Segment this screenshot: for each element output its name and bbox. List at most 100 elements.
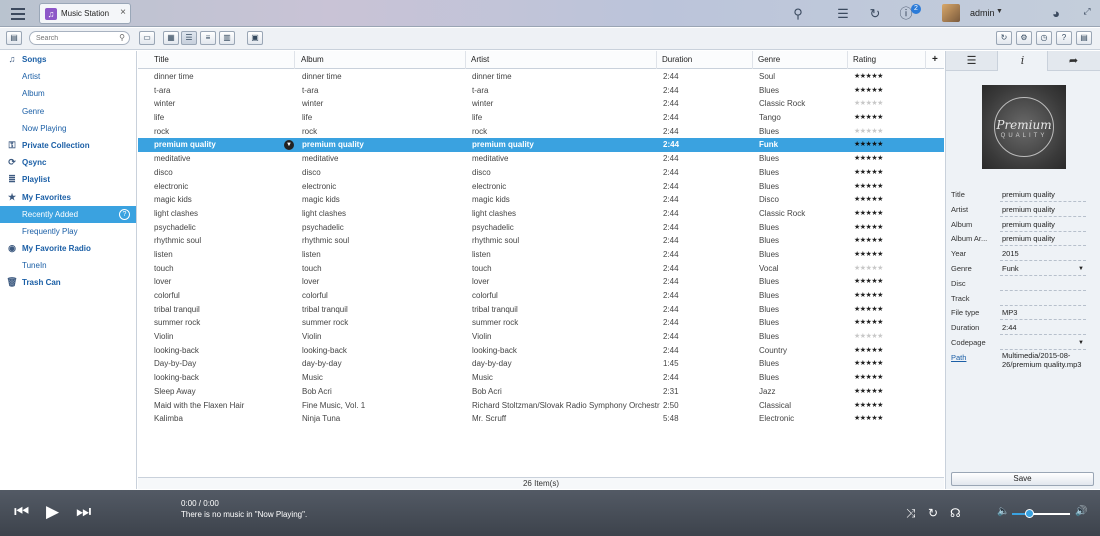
previous-icon[interactable]: ⏮	[14, 502, 29, 522]
table-row[interactable]: rock rock rock 2:44 Blues ★★★★★	[138, 125, 944, 139]
help-button[interactable]: ?	[1056, 31, 1072, 45]
table-row[interactable]: life life life 2:44 Tango ★★★★★	[138, 111, 944, 125]
field-value[interactable]: premium quality	[1000, 203, 1086, 217]
table-row[interactable]: premium quality premium quality premium qu…	[138, 138, 944, 153]
column-album[interactable]: Album	[296, 51, 466, 69]
shuffle-icon[interactable]: ⤨	[906, 506, 916, 521]
column-rating[interactable]: Rating	[848, 51, 926, 69]
list-view-button[interactable]: ☰	[181, 31, 197, 45]
field-value[interactable]: premium quality	[1000, 188, 1086, 202]
sidebar-item-my-favorite-radio[interactable]: ◉ My Favorite Radio	[0, 240, 136, 257]
volume-slider[interactable]	[1012, 509, 1070, 518]
save-button[interactable]: Save	[951, 472, 1094, 486]
stack-icon[interactable]: ☰	[834, 5, 852, 23]
table-row[interactable]: dinner time dinner time dinner time 2:44 Sou…	[138, 70, 944, 84]
sidebar-item-album[interactable]: Album	[0, 85, 136, 102]
help-icon[interactable]: ?	[119, 208, 130, 220]
refresh-button[interactable]: ↻	[996, 31, 1012, 45]
sidebar-item-playlist[interactable]: ≣ Playlist	[0, 171, 136, 188]
user-name[interactable]: admin	[970, 8, 995, 18]
sidebar-item-trash-can[interactable]: 🗑 Trash Can	[0, 274, 136, 291]
table-row[interactable]: magic kids magic kids magic kids 2:44 Disco ★…	[138, 193, 944, 207]
column-title[interactable]: Title	[149, 51, 295, 69]
column-artist[interactable]: Artist	[466, 51, 657, 69]
volume-high-icon[interactable]: 🔊	[1075, 506, 1087, 517]
field-label[interactable]: Path	[951, 353, 966, 362]
table-row[interactable]: Maid with the Flaxen Hair Fine Music, Vol…	[138, 399, 944, 413]
menu-icon[interactable]	[8, 4, 28, 22]
field-value[interactable]: 2:44	[1000, 321, 1086, 336]
volume-low-icon[interactable]: 🔈	[997, 506, 1009, 517]
table-row[interactable]: looking-back Music Music 2:44 Blues ★★★★★	[138, 371, 944, 385]
table-row[interactable]: lover lover lover 2:44 Blues ★★★★★	[138, 275, 944, 289]
play-icon[interactable]: ▶	[46, 502, 59, 522]
repeat-icon[interactable]: ↻	[928, 506, 938, 520]
search-box[interactable]: ⚲	[29, 31, 130, 45]
alarm-button[interactable]: ◷	[1036, 31, 1052, 45]
settings-button[interactable]: ⚙	[1016, 31, 1032, 45]
dashboard-icon[interactable]: ◕	[1047, 5, 1065, 23]
app-menu-button[interactable]: ▤	[1076, 31, 1092, 45]
field-value[interactable]: ▼	[1000, 336, 1086, 350]
chevron-down-icon[interactable]: ▼	[996, 8, 1003, 15]
table-row[interactable]: disco disco disco 2:44 Blues ★★★★★	[138, 166, 944, 180]
field-value[interactable]: premium quality	[1000, 218, 1086, 232]
sidebar-item-qsync[interactable]: ⟳ Qsync	[0, 154, 136, 171]
field-value[interactable]: Funk ▼	[1000, 262, 1086, 276]
table-row[interactable]: t-ara t-ara t-ara 2:44 Blues ★★★★★	[138, 84, 944, 98]
field-value[interactable]: Multimedia/2015-08-26/premium quality.mp…	[1000, 351, 1086, 369]
field-value[interactable]: premium quality	[1000, 232, 1086, 247]
table-row[interactable]: colorful colorful colorful 2:44 Blues ★★★★★	[138, 289, 944, 303]
avatar[interactable]	[942, 4, 960, 22]
table-row[interactable]: looking-back looking-back looking-back 2:44…	[138, 344, 944, 358]
field-value[interactable]: 2015	[1000, 247, 1086, 262]
headphones-icon[interactable]: ☊	[950, 506, 961, 520]
select-mode-button[interactable]: ▣	[247, 31, 263, 45]
chevron-down-icon[interactable]: ▼	[1078, 336, 1084, 350]
sidebar-item-private-collection[interactable]: ⚿ Private Collection	[0, 137, 136, 154]
field-value[interactable]	[1000, 292, 1086, 306]
resize-icon[interactable]: ⤢	[1078, 2, 1096, 20]
chevron-down-icon[interactable]: ▼	[1078, 262, 1084, 276]
tab-info[interactable]: i	[997, 51, 1048, 71]
sidebar-toggle-button[interactable]: ▤	[6, 31, 22, 45]
column-genre[interactable]: Genre	[753, 51, 848, 69]
detail-view-button[interactable]: ≡	[200, 31, 216, 45]
search-icon[interactable]: ⚲	[119, 33, 125, 42]
sidebar-item-frequently-play[interactable]: Frequently Play	[0, 223, 136, 240]
table-row[interactable]: tribal tranquil tribal tranquil tribal tra…	[138, 303, 944, 317]
cover-flow-button[interactable]: ▥	[219, 31, 235, 45]
sidebar-item-genre[interactable]: Genre	[0, 103, 136, 120]
sidebar-item-now-playing[interactable]: Now Playing	[0, 120, 136, 137]
next-icon[interactable]: ⏭	[76, 502, 91, 522]
close-icon[interactable]: ×	[120, 7, 126, 18]
table-row[interactable]: Sleep Away Bob Acri Bob Acri 2:31 Jazz ★★★★★	[138, 385, 944, 399]
table-row[interactable]: Kalimba Ninja Tuna Mr. Scruff 5:48 Electroni…	[138, 412, 944, 426]
add-column-button[interactable]: +	[927, 51, 944, 69]
field-value[interactable]: MP3	[1000, 306, 1086, 321]
table-row[interactable]: summer rock summer rock summer rock 2:44 Blu…	[138, 316, 944, 330]
table-row[interactable]: psychadelic psychadelic psychadelic 2:44 Blu…	[138, 221, 944, 235]
table-row[interactable]: listen listen listen 2:44 Blues ★★★★★	[138, 248, 944, 262]
sidebar-item-recently-added[interactable]: Recently Added?	[0, 205, 136, 223]
sidebar-item-artist[interactable]: Artist	[0, 68, 136, 85]
table-row[interactable]: touch touch touch 2:44 Vocal ★★★★★	[138, 262, 944, 276]
tab-list[interactable]: ☰	[946, 51, 997, 71]
table-row[interactable]: Violin Violin Violin 2:44 Blues ★★★★★	[138, 330, 944, 344]
volume-handle[interactable]	[1025, 509, 1035, 518]
table-row[interactable]: Day-by-Day day-by-day day-by-day 1:45 Blues ★…	[138, 357, 944, 371]
search-input[interactable]	[36, 32, 116, 44]
table-row[interactable]: electronic electronic electronic 2:44 Blues ★…	[138, 180, 944, 194]
field-value[interactable]	[1000, 277, 1086, 291]
tab-share[interactable]: ➦	[1048, 51, 1099, 71]
table-row[interactable]: meditative meditative meditative 2:44 Blues ★…	[138, 152, 944, 166]
table-row[interactable]: rhythmic soul rhythmic soul rhythmic soul 2…	[138, 234, 944, 248]
search-icon[interactable]: ⚲	[789, 5, 807, 23]
sidebar-item-tunein[interactable]: TuneIn	[0, 257, 136, 274]
sidebar-item-my-favorites[interactable]: ★ My Favorites	[0, 189, 136, 206]
sync-icon[interactable]: ↻	[866, 5, 884, 23]
app-tab[interactable]: ♫ Music Station ×	[39, 3, 131, 24]
table-row[interactable]: light clashes light clashes light clashes 2…	[138, 207, 944, 221]
sidebar-item-songs[interactable]: ♫ Songs	[0, 51, 136, 68]
column-duration[interactable]: Duration	[657, 51, 753, 69]
